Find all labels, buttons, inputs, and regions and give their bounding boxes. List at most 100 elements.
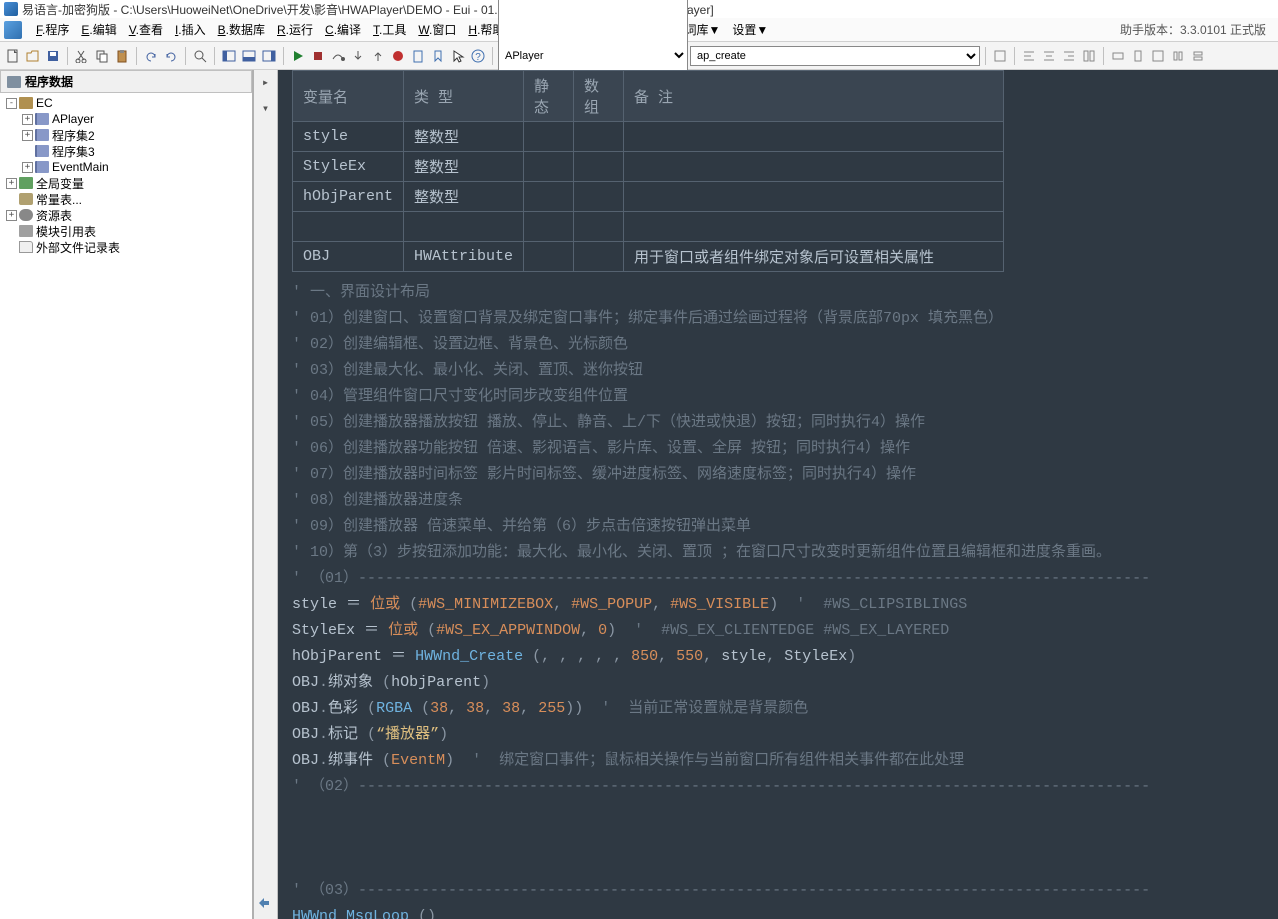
file-icon	[35, 129, 49, 141]
th-name: 变量名	[293, 71, 404, 122]
tree-expand-icon[interactable]: +	[6, 210, 17, 221]
method-selector[interactable]: ap_create	[690, 46, 980, 66]
size4-icon[interactable]	[1169, 47, 1187, 65]
tree-item-label: 常量表...	[36, 191, 82, 208]
size5-icon[interactable]	[1189, 47, 1207, 65]
align2-icon[interactable]	[1040, 47, 1058, 65]
code-block[interactable]: ' 一、界面设计布局 ' 01）创建窗口、设置窗口背景及绑定窗口事件；绑定事件后…	[292, 280, 1264, 919]
size1-icon[interactable]	[1109, 47, 1127, 65]
tree-item[interactable]: 模块引用表	[0, 223, 252, 239]
th-array: 数组	[574, 71, 624, 122]
tree-expand-icon[interactable]: +	[22, 114, 33, 125]
gutter-expand-icon[interactable]: ▾	[258, 100, 274, 116]
tree-item-label: 程序集3	[52, 143, 95, 160]
gutter-nav-icon[interactable]	[256, 895, 272, 911]
step-into-icon[interactable]	[349, 47, 367, 65]
align4-icon[interactable]	[1080, 47, 1098, 65]
tree-item-label: 模块引用表	[36, 223, 96, 240]
tree-item-label: 程序集2	[52, 127, 95, 144]
menu-item[interactable]: T.工具	[367, 20, 412, 40]
toolbar: ? APlayer ap_create	[0, 42, 1278, 70]
cut-icon[interactable]	[73, 47, 91, 65]
code-editor[interactable]: ▸ ▾ 变量名 类 型 静态 数组 备 注 style整数型StyleEx整数型…	[254, 70, 1278, 919]
tree-expand-icon[interactable]: -	[6, 98, 17, 109]
tree-item-label: 外部文件记录表	[36, 239, 120, 256]
menu-item[interactable]: B.数据库	[212, 20, 271, 40]
open-file-icon[interactable]	[24, 47, 42, 65]
bookmark2-icon[interactable]	[429, 47, 447, 65]
help-icon[interactable]: ?	[469, 47, 487, 65]
table-row[interactable]: style整数型	[293, 122, 1004, 152]
gear-icon	[19, 209, 33, 221]
doc-icon	[19, 241, 33, 253]
menubar-logo-icon	[4, 21, 22, 39]
svg-text:?: ?	[475, 52, 481, 63]
tree-item[interactable]: +全局变量	[0, 175, 252, 191]
tree-item[interactable]: + EventMain	[0, 159, 252, 175]
tree-item[interactable]: + 程序集2	[0, 127, 252, 143]
cursor-icon[interactable]	[449, 47, 467, 65]
tree-expand-icon[interactable]: +	[22, 162, 33, 173]
list-icon	[19, 225, 33, 237]
tree-expand-icon[interactable]: +	[22, 130, 33, 141]
file-icon	[35, 113, 49, 125]
align3-icon[interactable]	[1060, 47, 1078, 65]
db-icon	[19, 193, 33, 205]
book2-icon	[19, 177, 33, 189]
gutter-collapse-icon[interactable]: ▸	[258, 74, 274, 90]
panel-left-icon[interactable]	[220, 47, 238, 65]
menu-item[interactable]: W.窗口	[412, 20, 462, 40]
redo-icon[interactable]	[162, 47, 180, 65]
version-label: 助手版本：3.3.0101 正式版	[1120, 21, 1274, 38]
panel-right-icon[interactable]	[260, 47, 278, 65]
sidebar: 程序数据 -EC+APlayer+程序集2程序集3+EventMain+全局变量…	[0, 70, 254, 919]
panel-bottom-icon[interactable]	[240, 47, 258, 65]
bookmark1-icon[interactable]	[409, 47, 427, 65]
copy-icon[interactable]	[93, 47, 111, 65]
tree-item-label: APlayer	[52, 112, 94, 126]
tree-item[interactable]: 程序集3	[0, 143, 252, 159]
menu-item[interactable]: E.编辑	[75, 20, 122, 40]
menu-item[interactable]: V.查看	[123, 20, 169, 40]
form-designer-icon[interactable]	[991, 47, 1009, 65]
undo-icon[interactable]	[142, 47, 160, 65]
tree-header-icon	[7, 76, 21, 88]
tree-header-label: 程序数据	[25, 73, 73, 90]
size3-icon[interactable]	[1149, 47, 1167, 65]
step-out-icon[interactable]	[369, 47, 387, 65]
tree-header: 程序数据	[0, 70, 252, 93]
th-type: 类 型	[404, 71, 524, 122]
align1-icon[interactable]	[1020, 47, 1038, 65]
run-icon[interactable]	[289, 47, 307, 65]
table-row[interactable]: OBJHWAttribute用于窗口或者组件绑定对象后可设置相关属性	[293, 242, 1004, 272]
stop-icon[interactable]	[309, 47, 327, 65]
menu-item[interactable]: C.编译	[319, 20, 367, 40]
tree-item-label: EC	[36, 96, 53, 110]
th-static: 静态	[524, 71, 574, 122]
project-tree[interactable]: -EC+APlayer+程序集2程序集3+EventMain+全局变量常量表..…	[0, 93, 252, 919]
menu-item[interactable]: F.程序	[30, 20, 75, 40]
breakpoint-icon[interactable]	[389, 47, 407, 65]
new-file-icon[interactable]	[4, 47, 22, 65]
tree-expand-icon[interactable]: +	[6, 178, 17, 189]
tree-item[interactable]: - EC	[0, 95, 252, 111]
tree-item[interactable]: 常量表...	[0, 191, 252, 207]
paste-icon[interactable]	[113, 47, 131, 65]
save-icon[interactable]	[44, 47, 62, 65]
find-icon[interactable]	[191, 47, 209, 65]
table-row[interactable]	[293, 212, 1004, 242]
tree-item-label: EventMain	[52, 160, 109, 174]
file-icon	[35, 145, 49, 157]
th-remark: 备 注	[624, 71, 1004, 122]
tree-item[interactable]: 外部文件记录表	[0, 239, 252, 255]
variable-table[interactable]: 变量名 类 型 静态 数组 备 注 style整数型StyleEx整数型hObj…	[292, 70, 1004, 272]
menu-item[interactable]: I.插入	[169, 20, 212, 40]
step-over-icon[interactable]	[329, 47, 347, 65]
tree-item[interactable]: +资源表	[0, 207, 252, 223]
menu-item[interactable]: R.运行	[271, 20, 319, 40]
size2-icon[interactable]	[1129, 47, 1147, 65]
tree-item[interactable]: + APlayer	[0, 111, 252, 127]
table-row[interactable]: StyleEx整数型	[293, 152, 1004, 182]
menu-extra-item[interactable]: 设置▼	[726, 20, 774, 40]
table-row[interactable]: hObjParent整数型	[293, 182, 1004, 212]
